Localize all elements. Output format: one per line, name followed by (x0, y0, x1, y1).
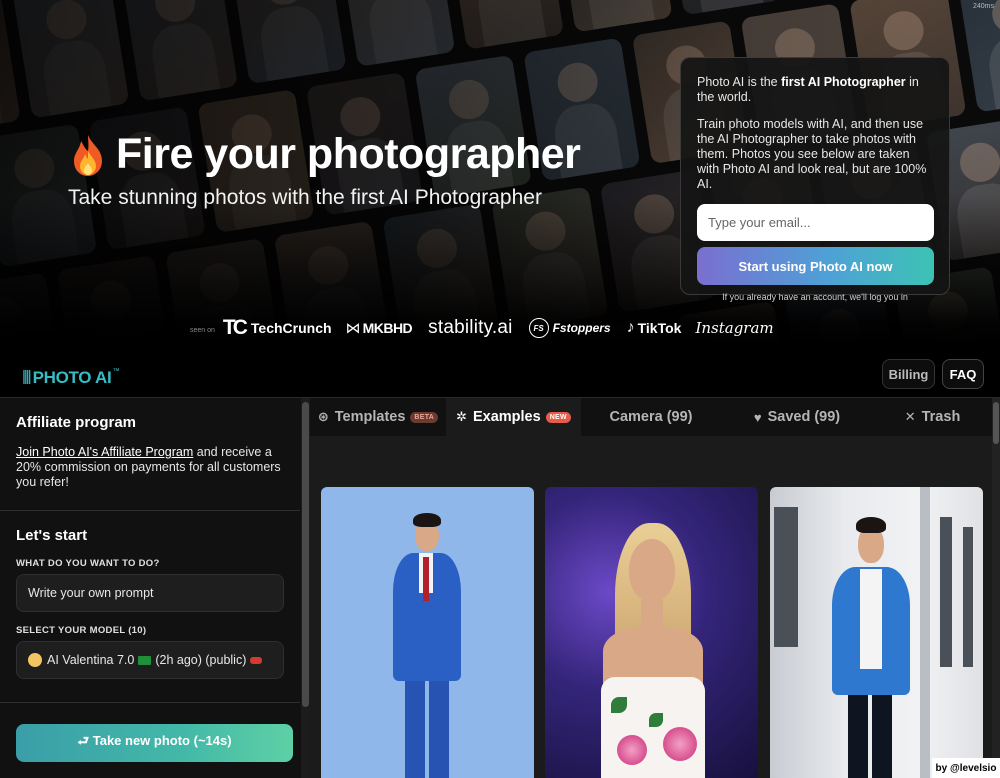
tiktok-note-icon: ♪ (626, 319, 635, 336)
take-new-photo-button[interactable]: ⮐ Take new photo (~14s) (16, 724, 293, 762)
divider (0, 702, 300, 703)
main-scroll-thumb[interactable] (993, 402, 999, 444)
card-description: Train photo models with AI, and then use… (697, 117, 927, 191)
sparkle-icon: ✲ (456, 409, 467, 424)
app-header: |||| PHOTO AI ™ Billing FAQ (0, 350, 1000, 397)
mkbhd-logo: ⋈ MKBHD (345, 320, 413, 337)
model-label: SELECT YOUR MODEL (10) (16, 625, 147, 636)
billing-button[interactable]: Billing (882, 359, 935, 389)
tab-trash[interactable]: ✕ Trash (873, 398, 992, 436)
action-select[interactable]: Write your own prompt (16, 574, 284, 612)
fire-icon (74, 134, 102, 176)
tab-templates[interactable]: ⊛ Templates BETA (310, 398, 446, 436)
woman-emoji-icon (28, 653, 42, 667)
logo-bars-icon: |||| (22, 368, 31, 385)
heart-icon: ♥ (753, 409, 762, 425)
instagram-logo: Instagram (695, 319, 774, 337)
race-car-icon (250, 656, 263, 664)
login-note: If you already have an account, we'll lo… (722, 292, 908, 302)
example-photo[interactable] (321, 487, 534, 778)
brazil-flag-icon (138, 655, 152, 665)
affiliate-title: Affiliate program (16, 414, 137, 431)
signup-card: Photo AI is the first AI Photographer in… (680, 57, 950, 302)
email-input[interactable] (697, 204, 934, 241)
photo-ai-logo[interactable]: |||| PHOTO AI ™ (22, 368, 119, 388)
example-photo[interactable] (770, 487, 983, 778)
press-logos: seen on TC TechCrunch ⋈ MKBHD stability.… (190, 316, 774, 340)
affiliate-link[interactable]: Join Photo AI's Affiliate Program (16, 445, 193, 459)
seen-on-label: seen on (190, 326, 215, 334)
example-photo[interactable] (545, 487, 758, 778)
beta-badge: BETA (410, 411, 439, 423)
lets-start-title: Let's start (16, 527, 88, 544)
sidebar-scroll-thumb[interactable] (302, 402, 309, 707)
main-panel: ⊛ Templates BETA ✲ Examples NEW Camera (… (310, 397, 1000, 778)
tab-bar: ⊛ Templates BETA ✲ Examples NEW Camera (… (310, 398, 992, 436)
sidebar: Affiliate program Join Photo AI's Affili… (0, 397, 310, 778)
tab-camera[interactable]: Camera (99) (581, 398, 721, 436)
main-scrollbar[interactable] (992, 398, 1000, 778)
faq-button[interactable]: FAQ (942, 359, 984, 389)
techcrunch-logo: TC TechCrunch (222, 316, 332, 339)
techcrunch-mark-icon: TC (222, 316, 248, 339)
tiktok-logo: ♪ TikTok (626, 319, 682, 336)
openai-icon: ⊛ (317, 409, 329, 424)
fstoppers-logo: FS Fstoppers (528, 318, 611, 338)
mkbhd-mark-icon: ⋈ (345, 320, 361, 337)
byline-watermark: by @levelsio (932, 758, 1000, 778)
stability-logo: stability.ai (428, 317, 513, 338)
hero-subtitle: Take stunning photos with the first AI P… (68, 186, 542, 209)
render-time-note: 240ms (972, 3, 994, 10)
hero-title: Fire your photographer (68, 130, 581, 179)
affiliate-text: Join Photo AI's Affiliate Program and re… (16, 445, 281, 489)
what-label: WHAT DO YOU WANT TO DO? (16, 558, 160, 569)
tab-saved[interactable]: ♥ Saved (99) (721, 398, 873, 436)
model-select[interactable]: AI Valentina 7.0 (2h ago) (public) (16, 641, 284, 679)
tab-examples[interactable]: ✲ Examples NEW (446, 398, 581, 436)
x-icon: ✕ (904, 409, 916, 424)
new-badge: NEW (545, 411, 571, 423)
hero-banner: 240ms Fire your photographer Take stunni… (0, 0, 1000, 345)
divider (0, 510, 300, 511)
fstoppers-mark-icon: FS (528, 318, 549, 338)
card-intro: Photo AI is the first AI Photographer in… (697, 75, 919, 104)
hero-heading: Fire your photographer (116, 130, 581, 178)
start-using-button[interactable]: Start using Photo AI now (697, 247, 934, 285)
